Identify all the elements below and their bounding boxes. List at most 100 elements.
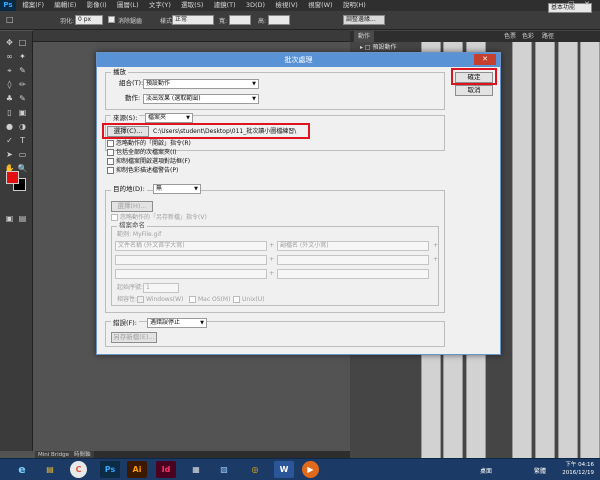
clone-stamp-icon[interactable]: ♣ <box>4 93 15 104</box>
source-select[interactable]: 檔案夾 ▼ <box>145 113 193 123</box>
tab-swatches[interactable]: 色票 <box>500 31 520 42</box>
minimize-icon[interactable]: – <box>552 0 556 8</box>
tab-color[interactable]: 色彩 <box>518 31 538 42</box>
naming-field-1[interactable]: 文件名稱 (外文首字大寫) <box>115 241 267 251</box>
panel-tabs: 動作 色票 色彩 路徑 <box>350 31 600 42</box>
naming-field-5[interactable] <box>115 269 267 279</box>
folder-icon: ▸ □ <box>360 44 373 51</box>
ie-icon[interactable]: e <box>12 461 32 478</box>
panel-column-7 <box>580 42 600 458</box>
folder-icon[interactable]: ▤ <box>40 461 60 478</box>
save-as-button[interactable]: 另存新檔(E)... <box>111 332 157 343</box>
lasso-tool-icon[interactable]: ∞ <box>4 51 15 62</box>
height-input[interactable] <box>268 15 290 25</box>
app-icon-2[interactable]: ▧ <box>214 461 234 478</box>
serial-label: 起始序號: <box>117 284 144 291</box>
marquee-tool-icon[interactable]: □ <box>6 15 14 24</box>
brush-tool-icon[interactable]: ✏ <box>17 79 28 90</box>
ok-button[interactable]: 確定 <box>455 72 493 83</box>
chrome-icon[interactable]: C <box>70 461 87 478</box>
plus-sign-3: + <box>269 255 275 263</box>
serial-input[interactable]: 1 <box>143 283 179 293</box>
pen-tool-icon[interactable]: ✓ <box>4 135 15 146</box>
destination-select[interactable]: 無 ▼ <box>153 184 201 194</box>
blur-tool-icon[interactable]: ● <box>4 121 15 132</box>
path-select-icon[interactable]: ➤ <box>4 149 15 160</box>
history-brush-icon[interactable]: ✎ <box>17 93 28 104</box>
tab-actions[interactable]: 動作 <box>354 31 375 42</box>
feather-label: 羽化: <box>60 18 75 25</box>
feather-input[interactable]: 0 px <box>75 15 103 25</box>
close-icon[interactable]: ✕ <box>584 0 590 8</box>
panel-column-5 <box>535 42 555 458</box>
color-swatches[interactable] <box>6 171 28 193</box>
naming-field-2[interactable]: 副檔名 (外文小寫) <box>277 241 429 251</box>
marquee-tool-icon[interactable]: □ <box>17 37 28 48</box>
plus-sign-1: + <box>269 241 275 249</box>
menu-filter[interactable]: 濾鏡(T) <box>210 0 240 11</box>
action-select[interactable]: 淡出效果 (選取範圍) ▼ <box>143 94 259 104</box>
eyedropper-icon[interactable]: ✎ <box>17 65 28 76</box>
menu-view[interactable]: 檢視(V) <box>271 0 302 11</box>
app-icon-1[interactable]: ▦ <box>186 461 206 478</box>
options-bar: □ 羽化: 0 px 消除鋸齒 樣式: 正常 寬: 高: 調整邊緣... 基本功… <box>0 3 600 30</box>
tab-paths[interactable]: 路徑 <box>538 31 558 42</box>
naming-field-3[interactable] <box>115 255 267 265</box>
illustrator-icon[interactable]: Ai <box>127 461 147 478</box>
photoshop-icon[interactable]: Ps <box>100 461 120 478</box>
menu-bar: Ps 檔案(F) 編輯(E) 影像(I) 圖層(L) 文字(Y) 選取(S) 濾… <box>0 0 600 11</box>
width-input[interactable] <box>229 15 251 25</box>
foreground-color[interactable] <box>6 171 19 184</box>
move-tool-icon[interactable]: ✥ <box>4 37 15 48</box>
media-player-icon[interactable]: ▶ <box>302 461 319 478</box>
errors-select[interactable]: 遇錯誤停止 ▼ <box>147 318 207 328</box>
compat-unix-checkbox[interactable] <box>233 296 240 303</box>
source-choose-button[interactable]: 選擇(C)... <box>107 126 149 137</box>
menu-file[interactable]: 檔案(F) <box>18 0 48 11</box>
word-icon[interactable]: W <box>274 461 294 478</box>
option-subfolders-checkbox[interactable] <box>107 149 114 156</box>
menu-window[interactable]: 視窗(W) <box>304 0 337 11</box>
destination-choose-button[interactable]: 選擇(H)... <box>111 201 153 212</box>
crop-tool-icon[interactable]: ⌖ <box>4 65 15 76</box>
set-select[interactable]: 預設動作 ▼ <box>143 79 259 89</box>
play-group <box>105 72 445 110</box>
menu-select[interactable]: 選取(S) <box>177 0 207 11</box>
style-select[interactable]: 正常 <box>172 15 214 25</box>
healing-brush-icon[interactable]: ◊ <box>4 79 15 90</box>
screen-mode-icon[interactable]: ▤ <box>17 213 28 224</box>
menu-3d[interactable]: 3D(D) <box>242 0 269 11</box>
desktop-label[interactable]: 桌面 <box>480 466 492 475</box>
eraser-icon[interactable]: ▯ <box>4 107 15 118</box>
menu-help[interactable]: 說明(H) <box>339 0 370 11</box>
refine-edge-button[interactable]: 調整邊緣... <box>343 15 385 25</box>
menu-image[interactable]: 影像(I) <box>83 0 111 11</box>
quick-mask-icon[interactable]: ▣ <box>4 213 15 224</box>
shape-tool-icon[interactable]: ▭ <box>17 149 28 160</box>
antialias-checkbox[interactable] <box>108 16 115 23</box>
dodge-tool-icon[interactable]: ◑ <box>17 121 28 132</box>
maximize-icon[interactable]: □ <box>568 0 575 8</box>
magic-wand-icon[interactable]: ✦ <box>17 51 28 62</box>
menu-layer[interactable]: 圖層(L) <box>113 0 143 11</box>
antialias-label: 消除鋸齒 <box>118 18 143 25</box>
menu-edit[interactable]: 編輯(E) <box>50 0 80 11</box>
option-suppress-profile-label: 抑制色彩描述檔警告(P) <box>116 167 179 174</box>
dialog-close-button[interactable]: ✕ <box>474 54 496 65</box>
indesign-icon[interactable]: Id <box>156 461 176 478</box>
clock[interactable]: 下午 04:16 2016/12/19 <box>558 461 594 479</box>
type-tool-icon[interactable]: T <box>17 135 28 146</box>
compat-windows-checkbox[interactable] <box>137 296 144 303</box>
naming-field-4[interactable] <box>277 255 429 265</box>
naming-field-6[interactable] <box>277 269 429 279</box>
cancel-button[interactable]: 取消 <box>455 85 493 96</box>
option-suppress-profile-checkbox[interactable] <box>107 167 114 174</box>
gradient-icon[interactable]: ▣ <box>17 107 28 118</box>
option-suppress-open-checkbox[interactable] <box>107 158 114 165</box>
menu-type[interactable]: 文字(Y) <box>145 0 175 11</box>
override-save-checkbox[interactable] <box>111 214 118 221</box>
app-icon-3[interactable]: ◎ <box>245 461 265 478</box>
compat-mac-checkbox[interactable] <box>189 296 196 303</box>
option-ignore-open-checkbox[interactable] <box>107 140 114 147</box>
ime-label[interactable]: 繁體 <box>534 466 546 475</box>
